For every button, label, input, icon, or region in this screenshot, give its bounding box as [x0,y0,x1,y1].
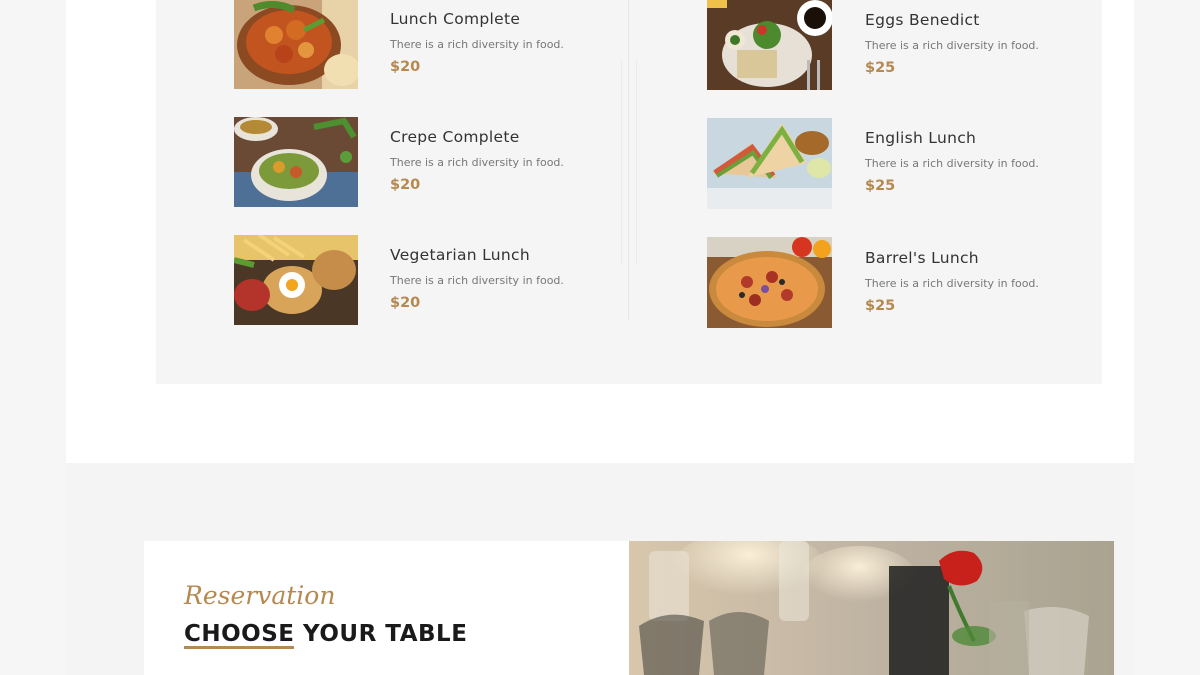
reservation-heading: CHOOSE YOUR TABLE [184,621,468,647]
english-lunch-photo [707,118,832,209]
menu-item-text: Barrel's Lunch There is a rich diversity… [865,249,1105,314]
menu-item-text: Crepe Complete There is a rich diversity… [390,128,630,193]
menu-item-description: There is a rich diversity in food. [865,39,1039,52]
menu-item-name: Vegetarian Lunch [390,246,530,264]
vegetarian-lunch-photo [234,235,358,325]
menu-item-description: There is a rich diversity in food. [865,277,1039,290]
menu-item-price: $25 [865,298,896,314]
menu-item-price: $20 [390,59,421,75]
column-divider-shadow [636,60,637,265]
reservation-script-label: Reservation [184,581,336,610]
menu-item-description: There is a rich diversity in food. [865,157,1039,170]
eggs-benedict-photo [707,0,832,90]
menu-item-price: $25 [865,60,896,76]
menu-item-description: There is a rich diversity in food. [390,156,564,169]
restaurant-table-photo [629,541,1114,675]
crepe-complete-photo [234,117,358,207]
heading-underline [184,646,294,649]
menu-item-text: Lunch Complete There is a rich diversity… [390,10,630,75]
menu-item-text: Vegetarian Lunch There is a rich diversi… [390,246,630,311]
menu-item-price: $20 [390,177,421,193]
lunch-complete-photo [234,0,358,89]
barrels-lunch-photo [707,237,832,328]
menu-item-description: There is a rich diversity in food. [390,274,564,287]
menu-item-text: English Lunch There is a rich diversity … [865,129,1105,194]
menu-item-text: Eggs Benedict There is a rich diversity … [865,11,1105,76]
menu-item-price: $25 [865,178,896,194]
menu-item-name: Crepe Complete [390,128,520,146]
reservation-card: Reservation CHOOSE YOUR TABLE [144,541,629,675]
menu-item-name: Eggs Benedict [865,11,980,29]
menu-item-price: $20 [390,295,421,311]
menu-item-name: Lunch Complete [390,10,521,28]
menu-item-name: Barrel's Lunch [865,249,979,267]
menu-item-description: There is a rich diversity in food. [390,38,564,51]
menu-item-name: English Lunch [865,129,977,147]
